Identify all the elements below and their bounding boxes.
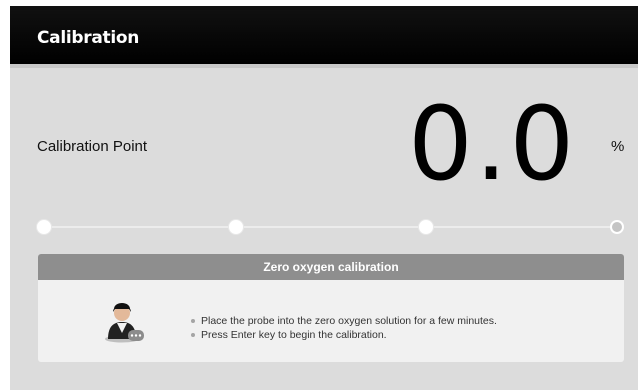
calibration-value: 0.0 <box>408 85 577 204</box>
panel-title: Zero oxygen calibration <box>38 254 624 280</box>
progress-step-1 <box>37 220 51 234</box>
calibration-screen: Calibration Calibration Point 0.0 % Zero… <box>10 6 638 390</box>
unit-label: % <box>611 138 625 155</box>
progress-step-3 <box>419 220 433 234</box>
page-title: Calibration <box>37 28 140 48</box>
header-divider <box>10 64 638 68</box>
progress-step-4 <box>610 220 624 234</box>
operator-icon <box>102 297 146 343</box>
instruction-item: Place the probe into the zero oxygen sol… <box>189 314 497 328</box>
calibration-point-label: Calibration Point <box>37 138 148 155</box>
instruction-list: Place the probe into the zero oxygen sol… <box>189 314 497 342</box>
progress-step-2 <box>229 220 243 234</box>
instruction-item: Press Enter key to begin the calibration… <box>189 328 497 342</box>
header-bar: Calibration <box>10 6 638 64</box>
progress-track <box>42 226 618 228</box>
instruction-panel: Zero oxygen calibration Place the probe … <box>38 254 624 362</box>
